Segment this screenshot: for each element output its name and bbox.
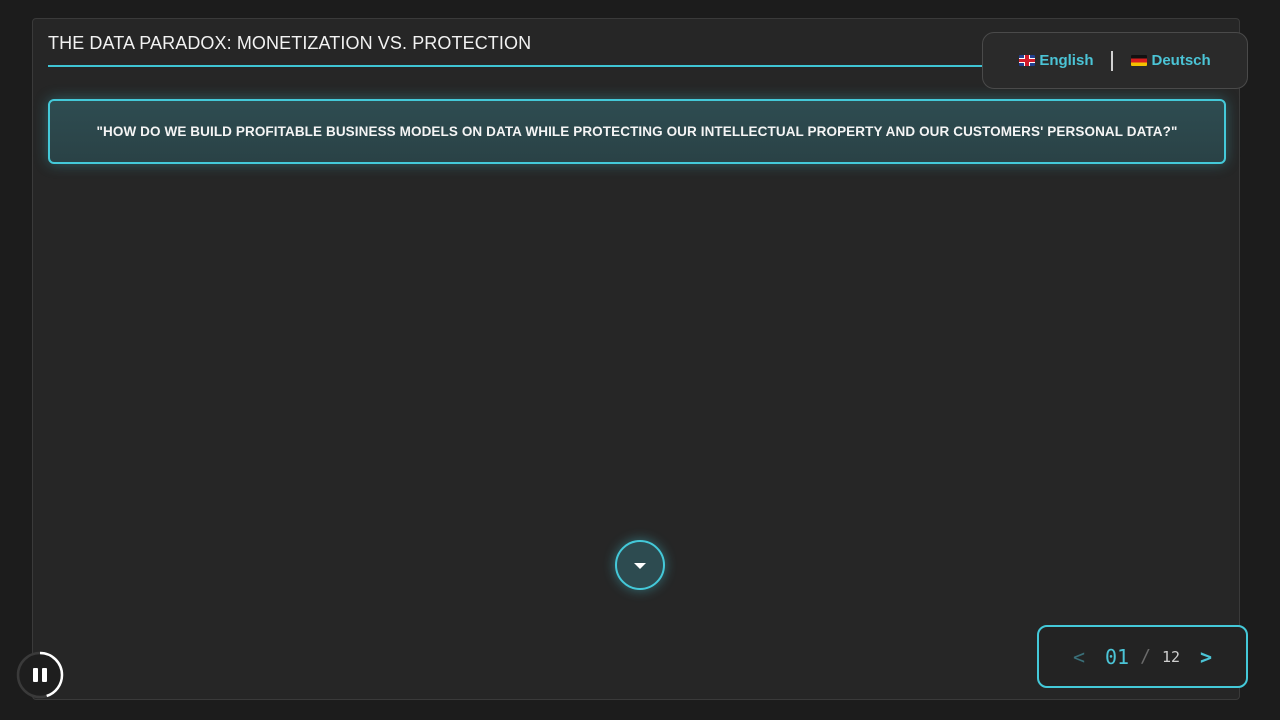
language-switcher: English Deutsch [982,32,1248,89]
language-label-english: English [1039,52,1094,69]
pager-separator: / [1140,646,1151,667]
total-slide-count: 12 [1161,647,1180,666]
slide-frame: THE DATA PARADOX: MONETIZATION VS. PROTE… [32,18,1240,700]
scroll-down-button[interactable] [615,540,665,590]
key-question-text: "HOW DO WE BUILD PROFITABLE BUSINESS MOD… [96,124,1178,139]
germany-flag-icon [1131,55,1148,66]
pause-icon [33,668,47,682]
current-slide-number: 01 [1105,644,1130,669]
autoplay-pause-button[interactable] [16,651,64,699]
previous-slide-button[interactable]: < [1073,645,1085,669]
uk-flag-icon [1019,55,1036,66]
language-option-deutsch[interactable]: Deutsch [1131,52,1211,69]
slide-pager: < 01 / 12 > [1037,625,1248,688]
key-question-box: "HOW DO WE BUILD PROFITABLE BUSINESS MOD… [48,99,1226,164]
language-divider [1111,50,1114,71]
language-option-english[interactable]: English [1019,52,1093,69]
caret-down-icon [634,563,646,569]
next-slide-button[interactable]: > [1200,645,1212,669]
language-label-deutsch: Deutsch [1151,52,1211,69]
slide-title: THE DATA PARADOX: MONETIZATION VS. PROTE… [48,33,532,53]
